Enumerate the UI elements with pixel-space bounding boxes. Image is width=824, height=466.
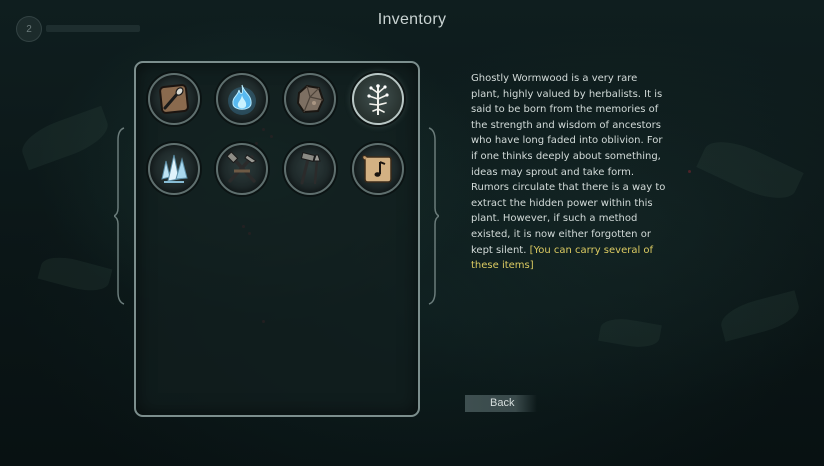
inventory-slot-5[interactable] [148, 143, 200, 195]
leather-fur-scraper-icon [159, 84, 189, 114]
inventory-slot-6[interactable] [216, 143, 268, 195]
ice-crystal-shards-icon [161, 154, 188, 183]
inventory-slot-7[interactable] [284, 143, 336, 195]
item-description: Ghostly Wormwood is a very rare plant, h… [471, 71, 667, 274]
inventory-slot-4[interactable] [352, 73, 404, 125]
inventory-slot-8[interactable] [352, 143, 404, 195]
blue-spirit-flame-icon [228, 84, 256, 115]
ore-stone-icon [296, 84, 325, 114]
inventory-slot-1[interactable] [148, 73, 200, 125]
page-title: Inventory [377, 11, 447, 28]
crossed-tools-bundle-icon [226, 151, 257, 183]
ghostly-wormwood-plant-icon [367, 84, 389, 115]
inventory-screen: 2 Inventory Ghostly Wormwood is a very r… [0, 0, 824, 466]
music-sheet-scroll-icon [362, 155, 392, 183]
panel-left-bracket [114, 127, 125, 305]
hammer-and-chisel-icon [300, 152, 321, 185]
back-button[interactable]: Back [465, 395, 537, 412]
inventory-slot-3[interactable] [284, 73, 336, 125]
panel-right-bracket [428, 127, 439, 305]
item-description-text: Ghostly Wormwood is a very rare plant, h… [471, 73, 666, 256]
inventory-slot-2[interactable] [216, 73, 268, 125]
